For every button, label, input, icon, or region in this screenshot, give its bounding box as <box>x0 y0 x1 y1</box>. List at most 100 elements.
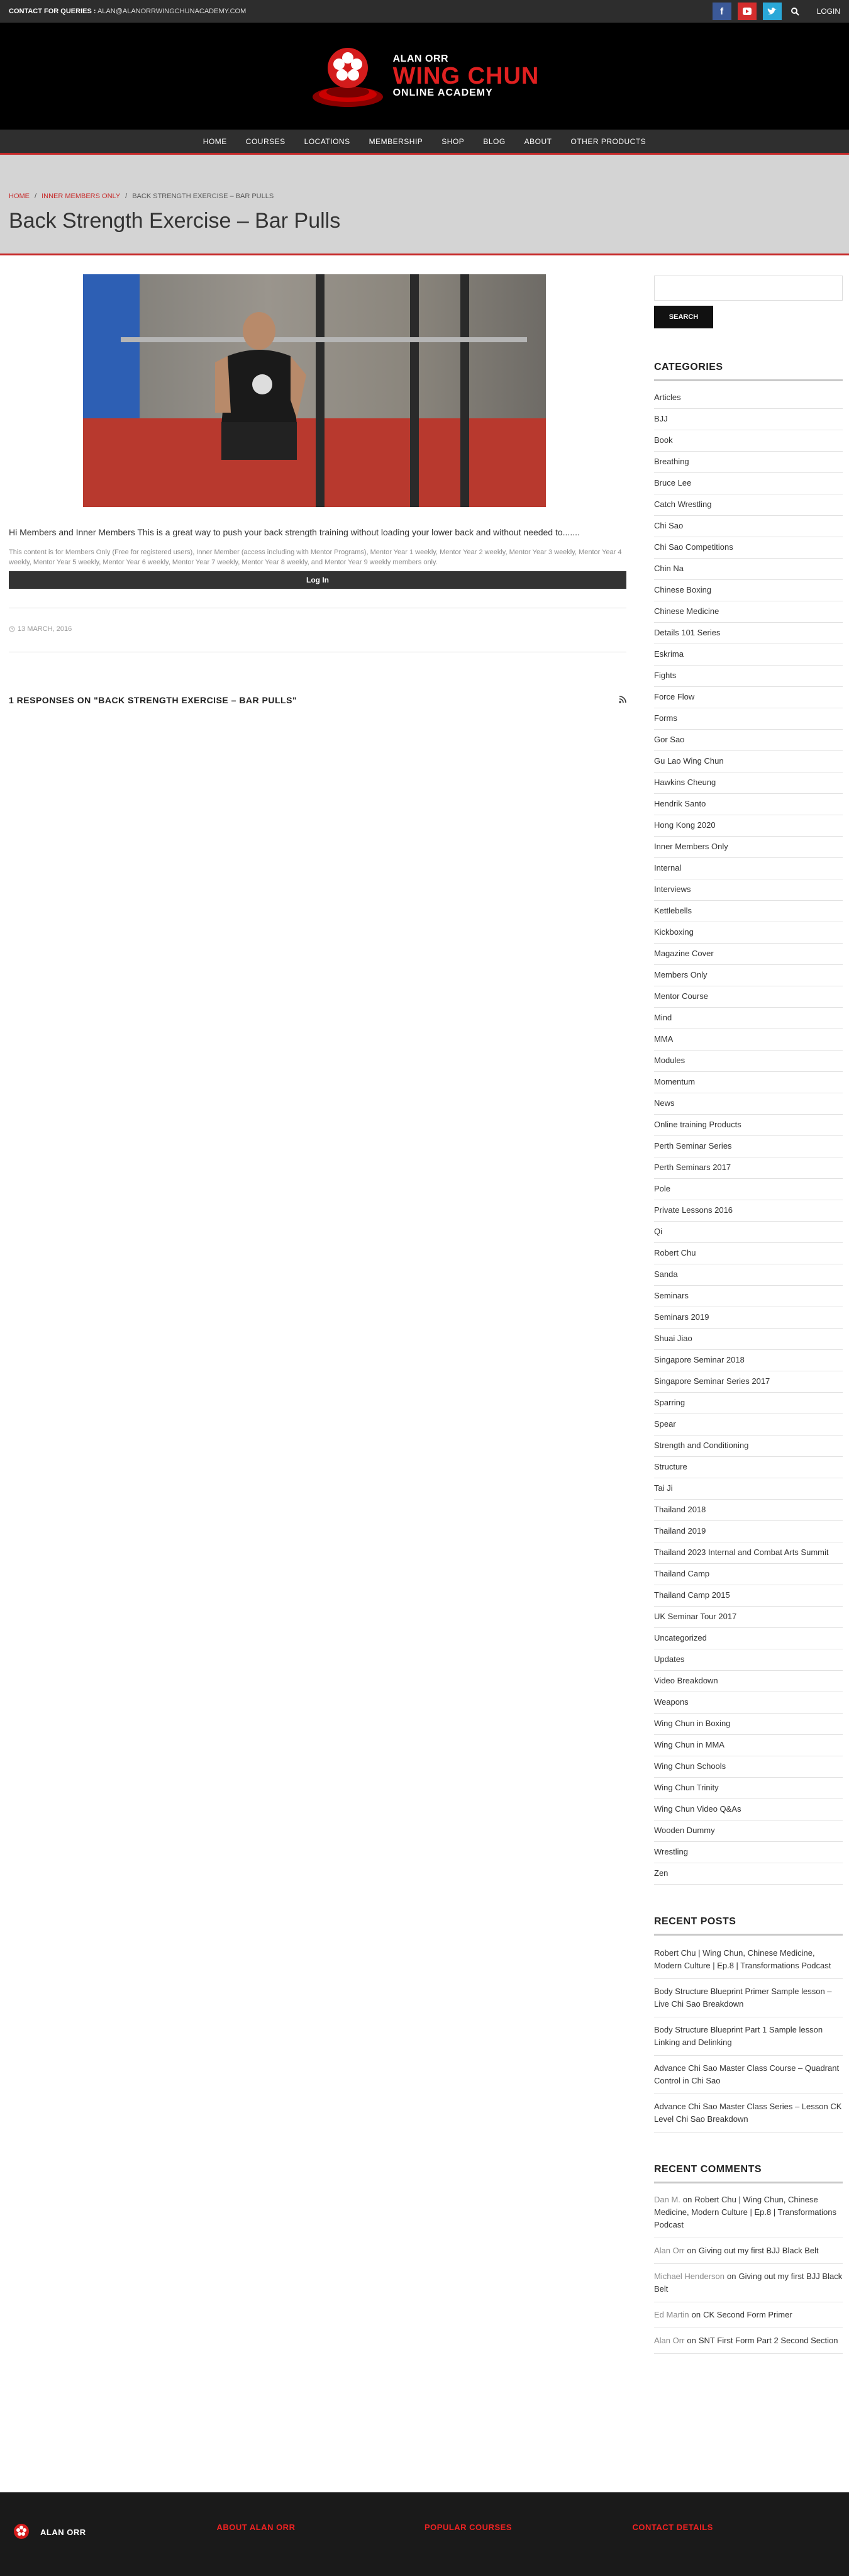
category-item[interactable]: Online training Products <box>654 1115 843 1136</box>
twitter-icon[interactable] <box>762 3 782 20</box>
category-item[interactable]: Thailand 2023 Internal and Combat Arts S… <box>654 1542 843 1564</box>
category-item[interactable]: Uncategorized <box>654 1628 843 1649</box>
category-item[interactable]: Weapons <box>654 1692 843 1714</box>
category-item[interactable]: Wooden Dummy <box>654 1820 843 1842</box>
category-item[interactable]: Wrestling <box>654 1842 843 1863</box>
category-item[interactable]: Chin Na <box>654 559 843 580</box>
category-item[interactable]: Wing Chun in Boxing <box>654 1714 843 1735</box>
category-item[interactable]: Singapore Seminar Series 2017 <box>654 1371 843 1393</box>
category-item[interactable]: Structure <box>654 1457 843 1478</box>
category-item[interactable]: Hendrik Santo <box>654 794 843 815</box>
category-item[interactable]: Magazine Cover <box>654 944 843 965</box>
category-item[interactable]: Qi <box>654 1222 843 1243</box>
category-item[interactable]: UK Seminar Tour 2017 <box>654 1607 843 1628</box>
login-link[interactable]: LOGIN <box>817 7 840 16</box>
category-item[interactable]: Updates <box>654 1649 843 1671</box>
category-item[interactable]: Sparring <box>654 1393 843 1414</box>
category-item[interactable]: Seminars <box>654 1286 843 1307</box>
category-item[interactable]: Thailand 2018 <box>654 1500 843 1521</box>
category-item[interactable]: Mentor Course <box>654 986 843 1008</box>
category-item[interactable]: Seminars 2019 <box>654 1307 843 1329</box>
sidebar-search-button[interactable]: SEARCH <box>654 306 713 328</box>
recent-post-item[interactable]: Advance Chi Sao Master Class Series – Le… <box>654 2100 843 2133</box>
category-item[interactable]: Kickboxing <box>654 922 843 944</box>
category-item[interactable]: Modules <box>654 1051 843 1072</box>
category-item[interactable]: Private Lessons 2016 <box>654 1200 843 1222</box>
category-item[interactable]: Momentum <box>654 1072 843 1093</box>
category-item[interactable]: Mind <box>654 1008 843 1029</box>
category-item[interactable]: Strength and Conditioning <box>654 1436 843 1457</box>
category-item[interactable]: Hawkins Cheung <box>654 772 843 794</box>
category-item[interactable]: Tai Ji <box>654 1478 843 1500</box>
nav-other-products[interactable]: OTHER PRODUCTS <box>571 137 646 146</box>
category-item[interactable]: Wing Chun Trinity <box>654 1778 843 1799</box>
category-item[interactable]: Catch Wrestling <box>654 494 843 516</box>
category-item[interactable]: Perth Seminars 2017 <box>654 1157 843 1179</box>
category-item[interactable]: Shuai Jiao <box>654 1329 843 1350</box>
category-item[interactable]: BJJ <box>654 409 843 430</box>
facebook-icon[interactable]: f <box>712 3 731 20</box>
youtube-icon[interactable] <box>737 3 757 20</box>
recent-post-item[interactable]: Body Structure Blueprint Part 1 Sample l… <box>654 2024 843 2056</box>
recent-post-item[interactable]: Advance Chi Sao Master Class Course – Qu… <box>654 2062 843 2094</box>
category-item[interactable]: Thailand Camp 2015 <box>654 1585 843 1607</box>
nav-locations[interactable]: LOCATIONS <box>304 137 350 146</box>
category-item[interactable]: Gor Sao <box>654 730 843 751</box>
login-button[interactable]: Log In <box>9 571 626 589</box>
category-item[interactable]: Book <box>654 430 843 452</box>
breadcrumb-home[interactable]: HOME <box>9 192 30 200</box>
nav-courses[interactable]: COURSES <box>246 137 286 146</box>
category-item[interactable]: Hong Kong 2020 <box>654 815 843 837</box>
category-item[interactable]: Pole <box>654 1179 843 1200</box>
category-item[interactable]: Wing Chun in MMA <box>654 1735 843 1756</box>
recent-post-item[interactable]: Robert Chu | Wing Chun, Chinese Medicine… <box>654 1947 843 1979</box>
comment-post-link[interactable]: Giving out my first BJJ Black Belt <box>699 2246 819 2255</box>
category-item[interactable]: Perth Seminar Series <box>654 1136 843 1157</box>
category-item[interactable]: Spear <box>654 1414 843 1436</box>
nav-home[interactable]: HOME <box>203 137 227 146</box>
recent-post-item[interactable]: Body Structure Blueprint Primer Sample l… <box>654 1985 843 2017</box>
category-item[interactable]: Bruce Lee <box>654 473 843 494</box>
category-item[interactable]: Members Only <box>654 965 843 986</box>
category-item[interactable]: Details 101 Series <box>654 623 843 644</box>
category-item[interactable]: Zen <box>654 1863 843 1885</box>
comment-post-link[interactable]: CK Second Form Primer <box>703 2310 792 2319</box>
category-item[interactable]: Fights <box>654 666 843 687</box>
category-item[interactable]: Thailand 2019 <box>654 1521 843 1542</box>
category-item[interactable]: Forms <box>654 708 843 730</box>
category-item[interactable]: Chinese Medicine <box>654 601 843 623</box>
nav-membership[interactable]: MEMBERSHIP <box>369 137 423 146</box>
site-logo[interactable]: ALAN ORR WING CHUN ONLINE ACADEMY <box>310 42 540 111</box>
category-item[interactable]: Kettlebells <box>654 901 843 922</box>
nav-blog[interactable]: BLOG <box>483 137 505 146</box>
breadcrumb-section[interactable]: INNER MEMBERS ONLY <box>42 192 120 200</box>
nav-about[interactable]: ABOUT <box>524 137 552 146</box>
category-item[interactable]: Wing Chun Video Q&As <box>654 1799 843 1820</box>
category-item[interactable]: Chi Sao <box>654 516 843 537</box>
contact-email[interactable]: ALAN@ALANORRWINGCHUNACADEMY.COM <box>97 8 246 15</box>
category-item[interactable]: Internal <box>654 858 843 879</box>
video-player[interactable] <box>83 274 546 507</box>
category-item[interactable]: Inner Members Only <box>654 837 843 858</box>
category-item[interactable]: Gu Lao Wing Chun <box>654 751 843 772</box>
category-item[interactable]: Interviews <box>654 879 843 901</box>
category-item[interactable]: Chi Sao Competitions <box>654 537 843 559</box>
category-item[interactable]: Robert Chu <box>654 1243 843 1264</box>
category-item[interactable]: Video Breakdown <box>654 1671 843 1692</box>
rss-icon[interactable] <box>619 695 626 705</box>
category-item[interactable]: Wing Chun Schools <box>654 1756 843 1778</box>
category-item[interactable]: Sanda <box>654 1264 843 1286</box>
search-icon[interactable] <box>788 4 802 18</box>
category-item[interactable]: MMA <box>654 1029 843 1051</box>
category-item[interactable]: Force Flow <box>654 687 843 708</box>
category-item[interactable]: Chinese Boxing <box>654 580 843 601</box>
category-item[interactable]: Singapore Seminar 2018 <box>654 1350 843 1371</box>
comment-post-link[interactable]: Robert Chu | Wing Chun, Chinese Medicine… <box>654 2195 836 2229</box>
sidebar-search-input[interactable] <box>654 276 843 301</box>
category-item[interactable]: Breathing <box>654 452 843 473</box>
category-item[interactable]: News <box>654 1093 843 1115</box>
footer-logo[interactable]: ALAN ORR <box>9 2523 217 2541</box>
nav-shop[interactable]: SHOP <box>441 137 464 146</box>
category-item[interactable]: Eskrima <box>654 644 843 666</box>
category-item[interactable]: Articles <box>654 393 843 409</box>
